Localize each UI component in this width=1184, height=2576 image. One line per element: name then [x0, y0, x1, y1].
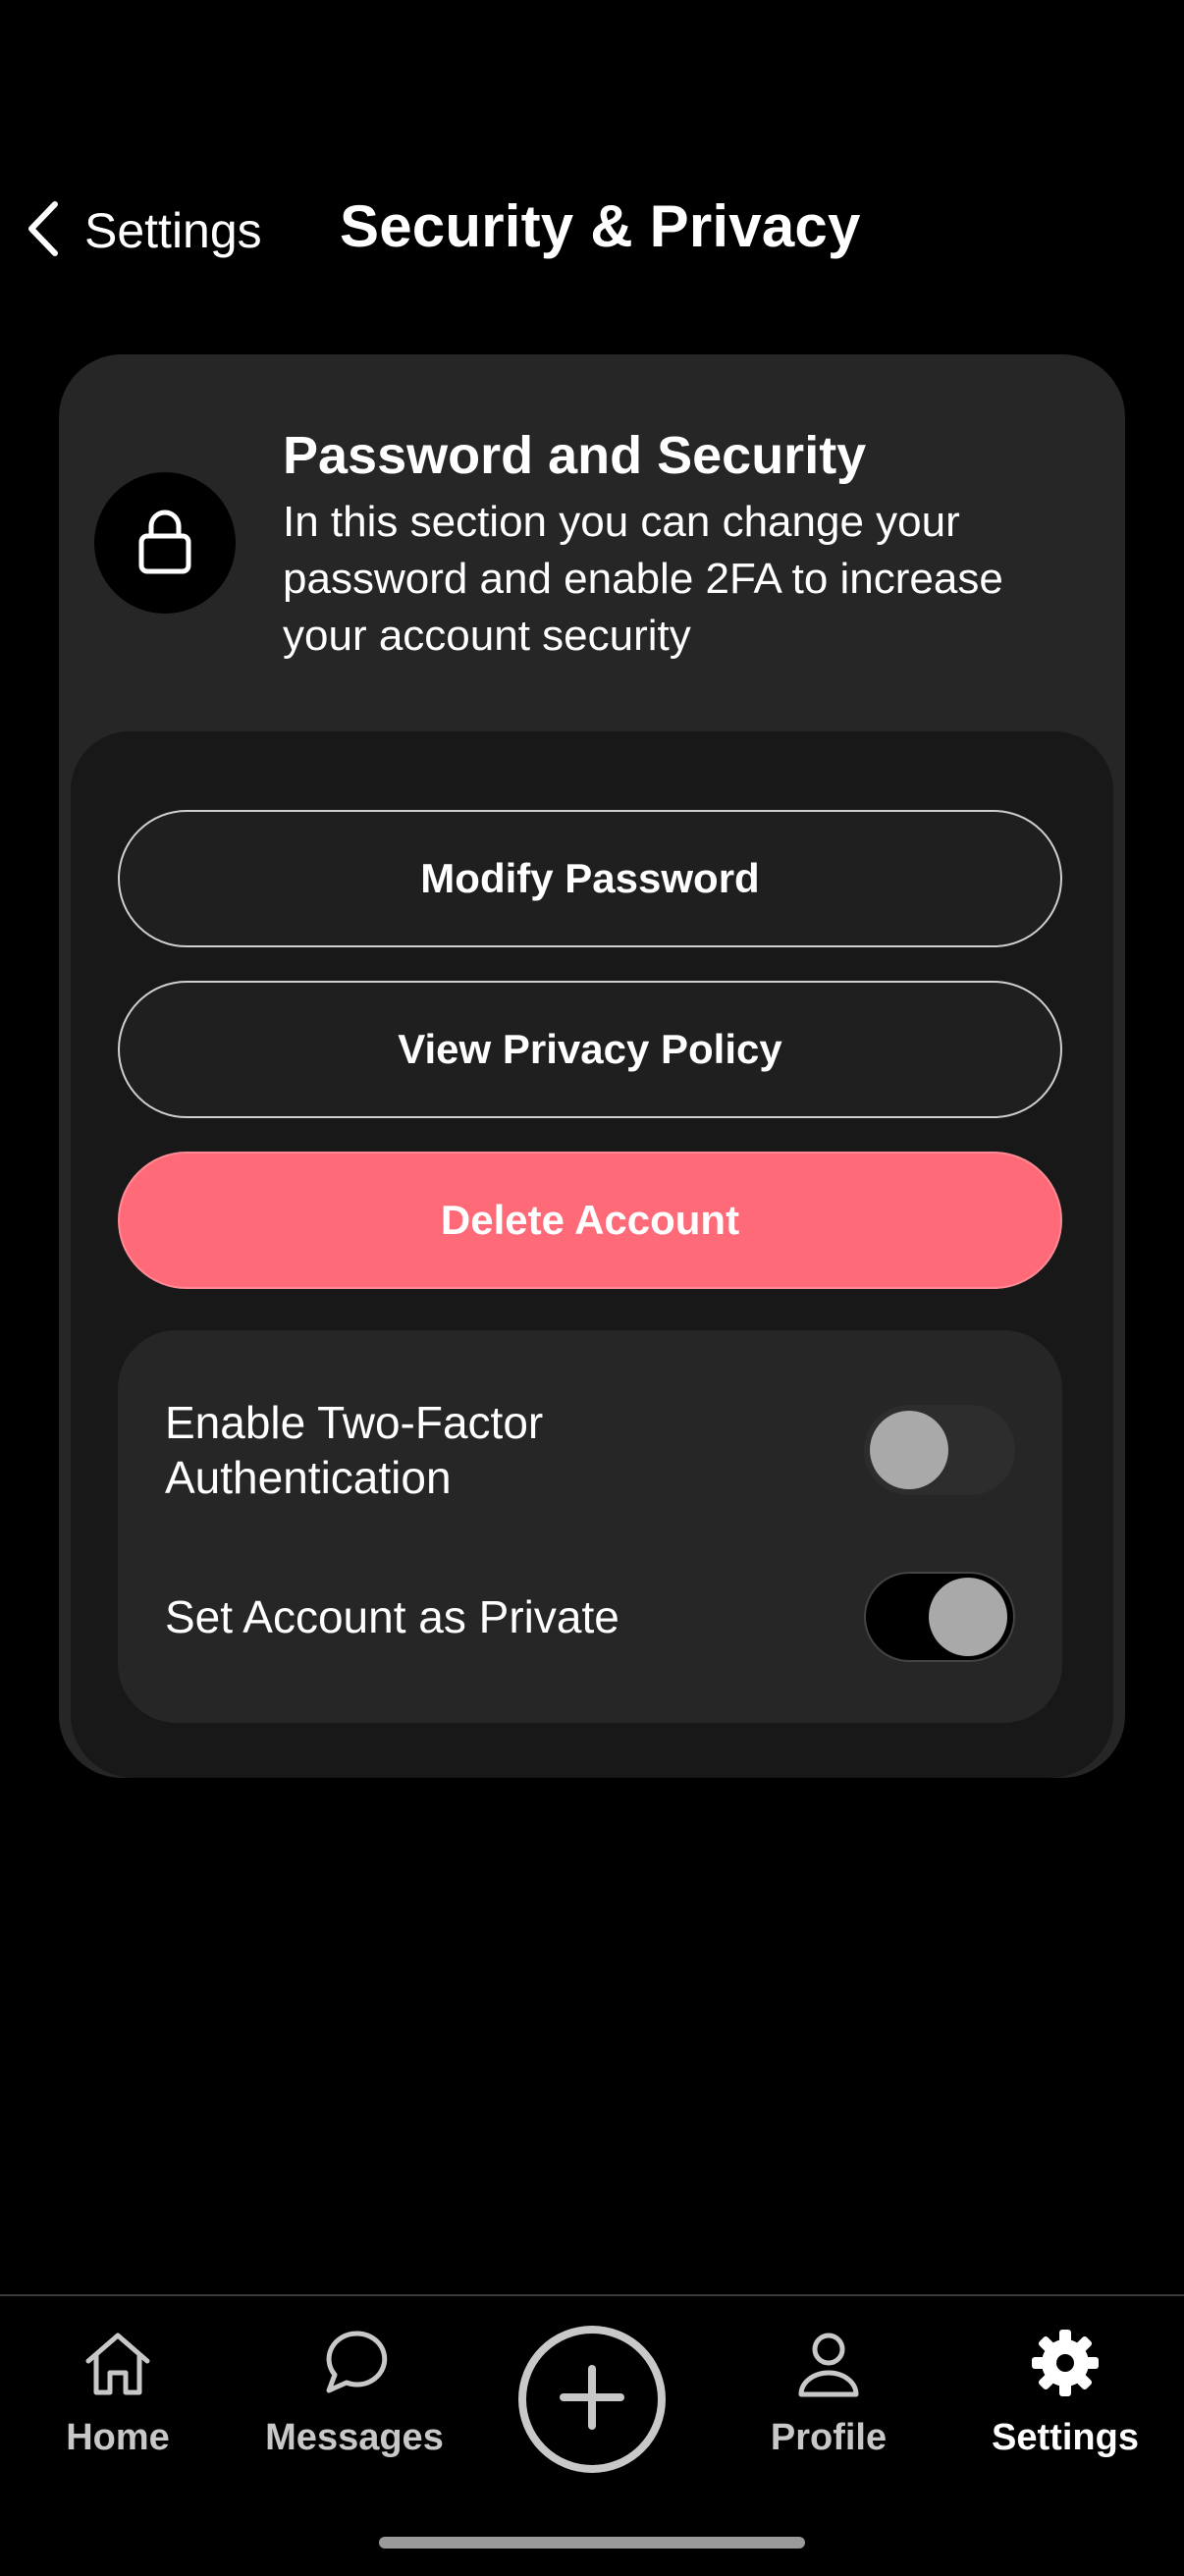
page-title: Security & Privacy [340, 193, 861, 259]
chevron-left-icon [22, 198, 65, 264]
password-security-card: Password and Security In this section yo… [59, 354, 1125, 1778]
nav-profile-label: Profile [770, 2417, 888, 2458]
view-privacy-policy-button[interactable]: View Privacy Policy [118, 981, 1062, 1118]
actions-panel: Modify Password View Privacy Policy Dele… [71, 731, 1113, 1778]
section-description: In this section you can change your pass… [283, 498, 1003, 660]
top-bar: Settings Security & Privacy [0, 187, 1184, 275]
nav-messages-label: Messages [265, 2417, 444, 2458]
toggle-panel: Enable Two-Factor Authentication Set Acc… [118, 1330, 1062, 1723]
add-button[interactable] [518, 2326, 666, 2473]
user-icon [791, 2326, 866, 2405]
nav-settings-label: Settings [992, 2417, 1139, 2458]
private-account-label: Set Account as Private [165, 1591, 619, 1642]
two-factor-row: Enable Two-Factor Authentication [165, 1395, 1015, 1505]
plus-icon [558, 2363, 626, 2437]
gear-icon [1028, 2326, 1103, 2405]
private-account-row: Set Account as Private [165, 1572, 1015, 1662]
modify-password-button[interactable]: Modify Password [118, 810, 1062, 947]
nav-settings[interactable]: Settings [978, 2326, 1153, 2459]
toggle-knob [870, 1411, 948, 1489]
private-account-toggle[interactable] [864, 1572, 1015, 1662]
delete-account-button[interactable]: Delete Account [118, 1152, 1062, 1289]
back-label: Settings [84, 203, 262, 258]
toggle-knob [929, 1578, 1007, 1656]
nav-messages[interactable]: Messages [253, 2326, 456, 2459]
back-button[interactable]: Settings [22, 196, 262, 265]
nav-home-label: Home [66, 2417, 170, 2458]
chat-bubble-icon [317, 2326, 392, 2405]
home-indicator [379, 2537, 805, 2549]
lock-icon-badge [94, 472, 236, 614]
two-factor-label: Enable Two-Factor Authentication [165, 1397, 544, 1503]
nav-home[interactable]: Home [57, 2326, 179, 2459]
section-title: Password and Security [283, 426, 867, 485]
home-icon [81, 2326, 155, 2405]
nav-profile[interactable]: Profile [756, 2326, 901, 2459]
two-factor-toggle[interactable] [864, 1405, 1015, 1495]
lock-icon [135, 507, 194, 580]
